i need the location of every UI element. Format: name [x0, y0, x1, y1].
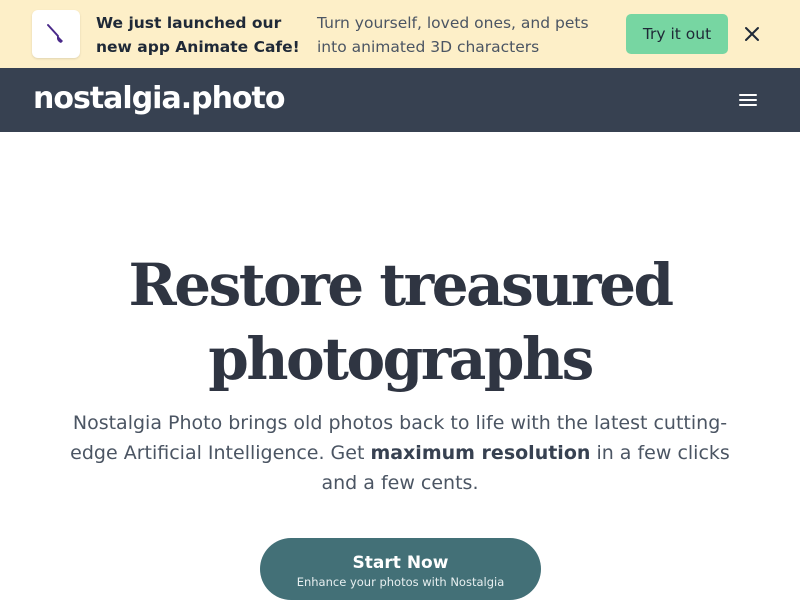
banner-headline: We just launched our new app Animate Caf… [96, 14, 300, 56]
close-icon [745, 27, 759, 41]
start-now-button[interactable]: Start Now Enhance your photos with Nosta… [260, 538, 541, 600]
hero-title: Restore treasured photographs [128, 251, 674, 393]
hamburger-menu-icon [739, 94, 757, 106]
start-now-label: Start Now [352, 553, 449, 573]
try-it-out-button[interactable]: Try it out [626, 14, 728, 54]
navbar: nostalgia.photo [0, 68, 800, 132]
menu-button[interactable] [737, 89, 759, 111]
announcement-banner: We just launched our new app Animate Caf… [0, 0, 800, 68]
start-now-sublabel: Enhance your photos with Nostalgia [296, 575, 505, 589]
banner-close-button[interactable] [740, 22, 764, 46]
brand-logo[interactable]: nostalgia.photo [33, 80, 285, 118]
hero-subtitle: Nostalgia Photo brings old photos back t… [60, 408, 740, 498]
hero-subtitle-emphasis: maximum resolution [370, 442, 591, 464]
banner-description: Turn yourself, loved ones, and pets into… [317, 14, 589, 56]
animate-cafe-logo[interactable] [32, 10, 80, 58]
paintbrush-icon [47, 24, 63, 43]
